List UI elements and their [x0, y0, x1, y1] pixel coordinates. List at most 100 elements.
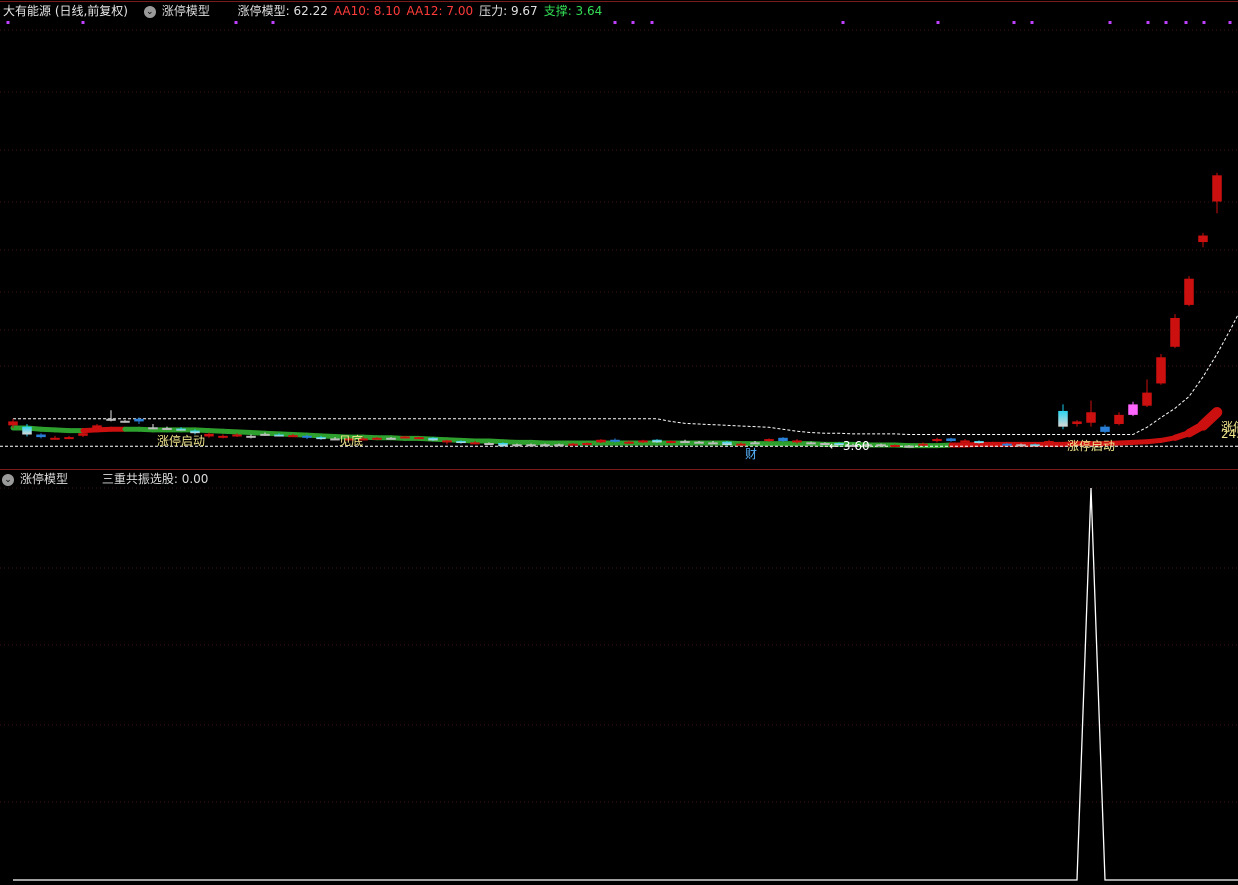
main-chart-header: 大有能源 (日线,前复权) ⌄ 涨停模型 涨停模型: 62.22 AA10: 8.1…	[0, 0, 1238, 22]
candle-body	[1114, 414, 1124, 425]
sub-indicator-name[interactable]: 涨停模型	[20, 472, 68, 486]
candle-body	[1142, 392, 1152, 406]
candle-body	[638, 440, 648, 443]
annotation-label: 涨停启动	[1067, 438, 1115, 453]
candle-body	[736, 443, 746, 446]
candle-body	[1128, 404, 1138, 415]
candle-body	[22, 426, 32, 435]
candle-body	[610, 439, 620, 442]
candle	[1044, 439, 1054, 445]
candle-body	[8, 421, 18, 426]
bottom-grid	[0, 487, 1238, 803]
candle-body	[694, 441, 704, 444]
candle-body	[148, 427, 158, 430]
candle-body	[106, 418, 116, 421]
annotation-label: 涨停启动	[157, 433, 205, 448]
candle	[1058, 404, 1068, 430]
annotation-label: 245	[1221, 427, 1238, 441]
candle-body	[414, 437, 424, 440]
candle	[1212, 172, 1222, 214]
candle	[498, 442, 508, 447]
candle-body	[876, 444, 886, 447]
indicator-value-3: 压力: 9.67	[479, 4, 538, 18]
candle-body	[1072, 421, 1082, 425]
candle	[680, 439, 690, 444]
candle-body	[960, 440, 970, 443]
candle	[162, 426, 172, 430]
candle-body	[750, 442, 760, 445]
candles	[8, 172, 1222, 448]
candle-body	[540, 444, 550, 447]
annotation-label: 见底	[339, 433, 363, 448]
candle-body	[470, 442, 480, 445]
resonance-line	[13, 487, 1238, 881]
candle	[1086, 400, 1096, 427]
candle-body	[918, 443, 928, 446]
candle	[1170, 314, 1180, 349]
candle-body	[1016, 444, 1026, 447]
candle	[1114, 412, 1124, 426]
candle-body	[36, 434, 46, 438]
candle-body	[400, 436, 410, 439]
candle-body	[932, 439, 942, 442]
candle-body	[162, 427, 172, 430]
candle-body	[1212, 175, 1222, 202]
candle	[722, 441, 732, 446]
candle-body	[988, 442, 998, 445]
candle-body	[1100, 426, 1110, 432]
indicator-value-1: AA10: 8.10	[333, 4, 401, 18]
candle	[1184, 276, 1194, 307]
candle-body	[1002, 443, 1012, 446]
candle-body	[904, 445, 914, 448]
candle-body	[708, 442, 718, 445]
resistance-line	[13, 313, 1238, 436]
candle-body	[568, 443, 578, 446]
chevron-down-icon[interactable]: ⌄	[2, 473, 14, 486]
candle-body	[498, 443, 508, 447]
candle-body	[302, 435, 312, 438]
candle-body	[1058, 410, 1068, 427]
candle	[1142, 379, 1152, 408]
candle	[1128, 401, 1138, 417]
candle-body	[974, 441, 984, 444]
annotation-label: ← 3.60	[829, 439, 870, 453]
candle-body	[218, 435, 228, 438]
candle-body	[792, 440, 802, 443]
candle-body	[652, 439, 662, 443]
indicator-name[interactable]: 涨停模型	[162, 4, 210, 18]
candle	[36, 433, 46, 439]
annotation-label: 财	[745, 447, 757, 461]
candle-body	[456, 441, 466, 444]
candle-body	[64, 437, 74, 440]
candle-body	[1170, 318, 1180, 347]
candle	[1100, 424, 1110, 434]
ma-band-segment	[1197, 406, 1223, 431]
chevron-down-icon[interactable]: ⌄	[143, 5, 156, 18]
candle-body	[1030, 444, 1040, 447]
candle-body	[526, 444, 536, 447]
candle-body	[946, 438, 956, 442]
candle-body	[288, 435, 298, 438]
indicator-value-0: 涨停模型: 62.22	[237, 4, 328, 18]
candle-body	[92, 425, 102, 430]
indicator-value-4: 支撑: 3.64	[543, 4, 603, 18]
candle	[106, 410, 116, 422]
sub-indicator	[13, 487, 1238, 881]
sub-indicator-value: 三重共振选股: 0.00	[101, 472, 209, 486]
candle	[1198, 232, 1208, 248]
stock-title: 大有能源 (日线,前复权)	[3, 4, 128, 18]
candle-body	[1156, 357, 1166, 384]
candle-body	[778, 437, 788, 442]
candle-body	[582, 443, 592, 446]
candle-body	[232, 434, 242, 437]
candle-body	[442, 440, 452, 443]
candle-body	[260, 433, 270, 436]
candle-body	[1198, 235, 1208, 243]
candle-body	[1044, 441, 1054, 444]
candle-body	[680, 441, 690, 444]
candle	[1156, 354, 1166, 385]
candle-body	[428, 437, 438, 441]
candle-body	[274, 434, 284, 437]
candle-body	[554, 444, 564, 447]
candle-body	[596, 439, 606, 443]
